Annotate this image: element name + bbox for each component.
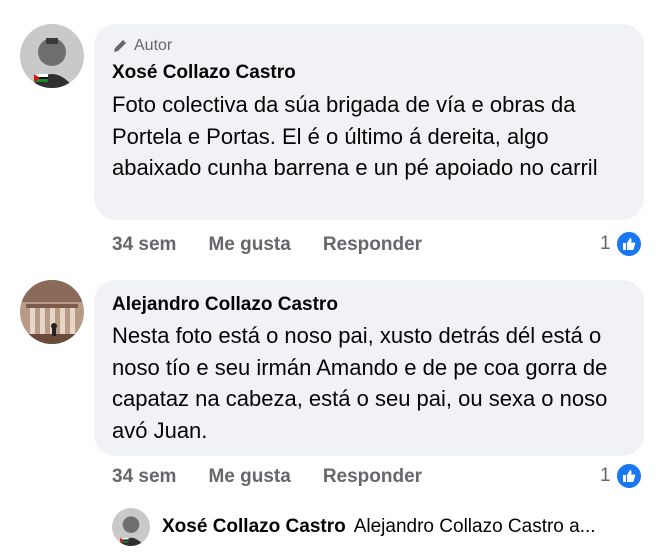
comment-bubble-1: Autor Xosé Collazo Castro Foto colectiva… xyxy=(94,24,644,220)
avatar-xose-small-icon xyxy=(112,508,150,546)
avatar-alejandro[interactable] xyxy=(20,280,84,344)
avatar-xose-small xyxy=(112,508,150,546)
reply-button[interactable]: Responder xyxy=(323,466,422,488)
reply-preview-text: Alejandro Collazo Castro a... xyxy=(353,516,596,537)
reaction-count-2[interactable]: 1 xyxy=(600,462,643,490)
reaction-number: 1 xyxy=(600,465,611,486)
comment-bubble-2: Alejandro Collazo Castro Nesta foto está… xyxy=(94,280,644,456)
comment-time[interactable]: 34 sem xyxy=(112,234,176,256)
reaction-number: 1 xyxy=(600,233,611,254)
avatar-xose-icon xyxy=(20,24,84,88)
reply-author-name[interactable]: Xosé Collazo Castro xyxy=(162,516,346,538)
like-button[interactable]: Me gusta xyxy=(208,466,290,488)
like-icon xyxy=(614,462,643,490)
comment-actions-2: 34 sem Me gusta Responder xyxy=(112,466,454,488)
comment-text: Foto colectiva da súa brigada de vía e o… xyxy=(112,92,598,180)
reaction-count-1[interactable]: 1 xyxy=(600,230,643,258)
pencil-icon xyxy=(114,40,126,52)
comment-author-name[interactable]: Alejandro Collazo Castro xyxy=(112,294,338,316)
reply-preview[interactable]: Xosé Collazo Castro Alejandro Collazo Ca… xyxy=(112,508,596,546)
avatar-xose[interactable] xyxy=(20,24,84,88)
comment-actions-1: 34 sem Me gusta Responder xyxy=(112,234,454,256)
comment-author-name[interactable]: Xosé Collazo Castro xyxy=(112,62,296,84)
reply-button[interactable]: Responder xyxy=(323,234,422,256)
like-icon xyxy=(614,230,643,258)
author-tag-label: Autor xyxy=(134,37,173,54)
author-tag: Autor xyxy=(112,37,172,55)
like-button[interactable]: Me gusta xyxy=(208,234,290,256)
comment-time[interactable]: 34 sem xyxy=(112,466,176,488)
comment-text: Nesta foto está o noso pai, xusto detrás… xyxy=(112,323,608,443)
avatar-alejandro-icon xyxy=(20,280,84,344)
